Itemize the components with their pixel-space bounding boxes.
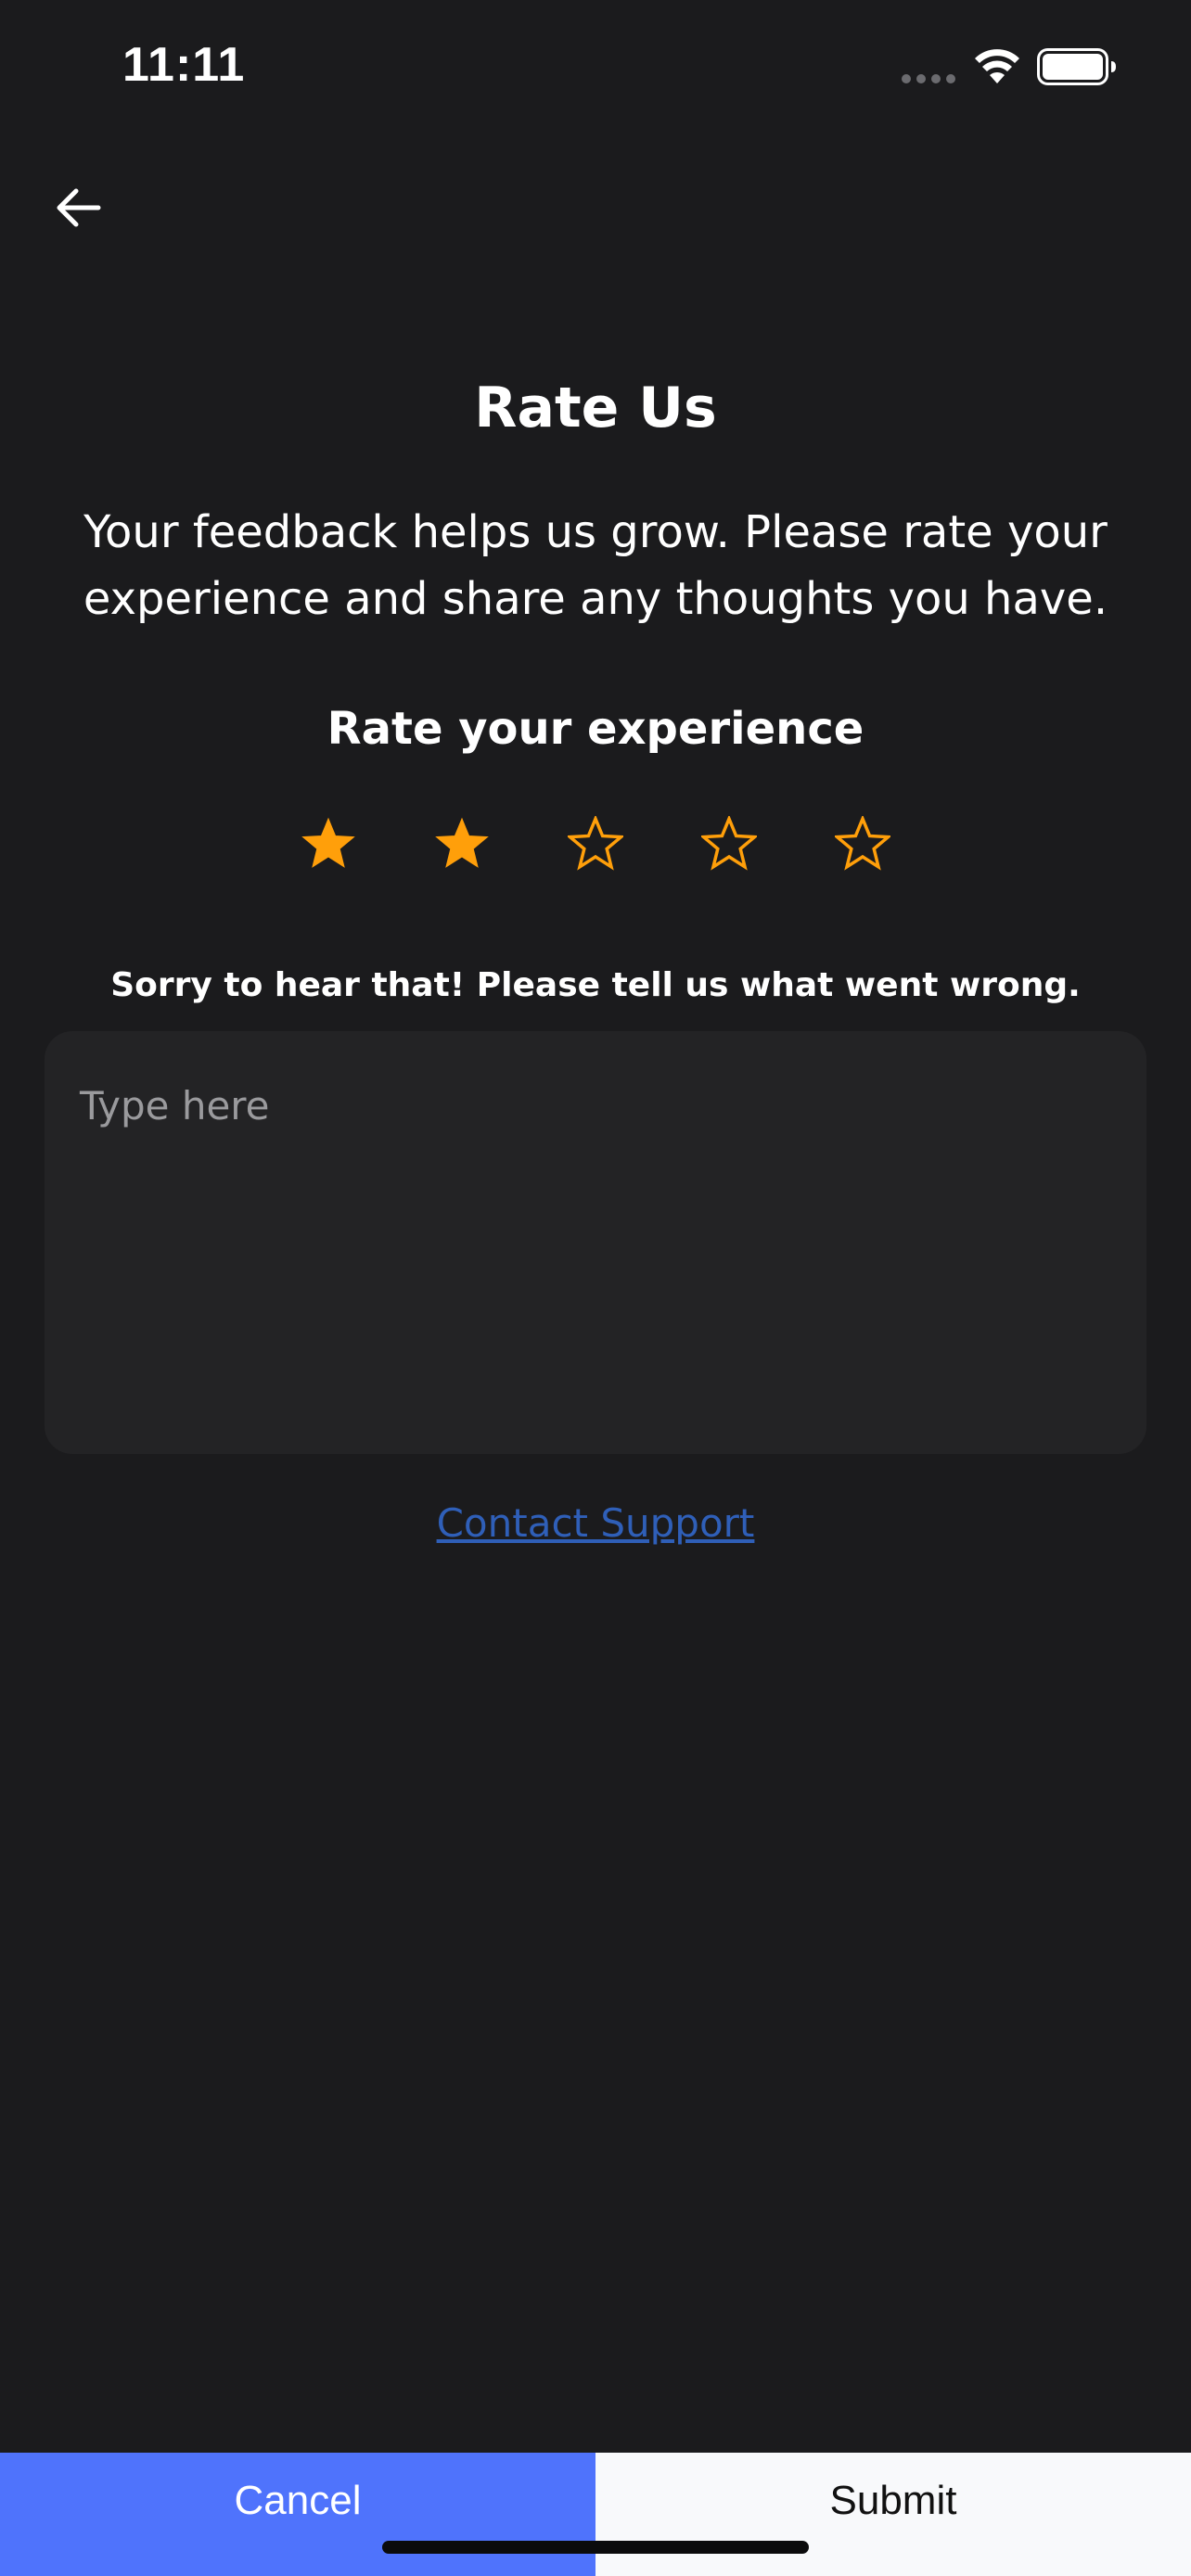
feedback-box bbox=[45, 1031, 1146, 1454]
star-4[interactable] bbox=[701, 816, 757, 872]
battery-icon bbox=[1037, 48, 1116, 85]
bottom-action-bar: Cancel Submit bbox=[0, 2453, 1191, 2576]
star-5[interactable] bbox=[835, 816, 890, 872]
cancel-button[interactable]: Cancel bbox=[0, 2453, 596, 2576]
star-3[interactable] bbox=[568, 816, 623, 872]
star-2[interactable] bbox=[434, 816, 490, 872]
page-subtitle: Your feedback helps us grow. Please rate… bbox=[83, 506, 1108, 625]
back-button[interactable] bbox=[45, 174, 111, 241]
submit-button[interactable]: Submit bbox=[596, 2453, 1191, 2576]
status-bar: 11:11 bbox=[0, 0, 1191, 139]
star-1[interactable] bbox=[301, 816, 356, 872]
star-filled-icon bbox=[301, 817, 355, 868]
rate-label: Rate your experience bbox=[327, 703, 864, 755]
star-outline-icon bbox=[701, 816, 757, 871]
wifi-icon bbox=[975, 49, 1019, 83]
status-time: 11:11 bbox=[122, 38, 246, 92]
star-filled-icon bbox=[435, 817, 489, 868]
home-indicator[interactable] bbox=[382, 2541, 809, 2554]
signal-icon bbox=[902, 74, 955, 83]
star-outline-icon bbox=[835, 816, 890, 871]
star-outline-icon bbox=[568, 816, 623, 871]
feedback-input[interactable] bbox=[45, 1031, 1146, 1454]
rate-us-screen: 11:11 Rate Us Your feedback helps us gro… bbox=[0, 0, 1191, 2576]
arrow-left-icon bbox=[57, 188, 101, 227]
sorry-message: Sorry to hear that! Please tell us what … bbox=[110, 966, 1081, 1004]
star-rating bbox=[0, 816, 1191, 872]
contact-support-link[interactable]: Contact Support bbox=[0, 1500, 1191, 1546]
page-title: Rate Us bbox=[474, 376, 717, 440]
